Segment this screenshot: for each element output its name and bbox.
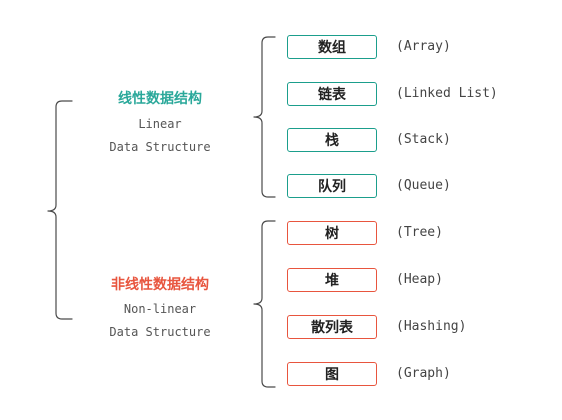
box-queue: 队列 bbox=[287, 174, 377, 198]
bracket-lines bbox=[47, 36, 276, 388]
label-heap: (Heap) bbox=[396, 272, 443, 287]
label-stack: (Stack) bbox=[396, 132, 451, 147]
outer-bracket bbox=[47, 100, 73, 320]
box-graph: 图 bbox=[287, 362, 377, 386]
nonlinear-title-en-line1: Non-linear bbox=[123, 302, 197, 316]
label-queue: (Queue) bbox=[396, 178, 451, 193]
nonlinear-title-zh: 非线性数据结构 bbox=[111, 277, 209, 293]
linear-title-zh: 线性数据结构 bbox=[118, 91, 202, 107]
linear-title-en: Linear Data Structure bbox=[70, 113, 250, 159]
label-hashing: (Hashing) bbox=[396, 319, 467, 334]
nonlinear-title-en: Non-linear Data Structure bbox=[70, 298, 250, 344]
label-array: (Array) bbox=[396, 39, 451, 54]
box-heap: 堆 bbox=[287, 268, 377, 292]
label-graph: (Graph) bbox=[396, 366, 451, 381]
label-linked-list: (Linked List) bbox=[396, 86, 498, 101]
box-linked-list: 链表 bbox=[287, 82, 377, 106]
label-tree: (Tree) bbox=[396, 225, 443, 240]
nonlinear-title-en-line2: Data Structure bbox=[109, 325, 211, 339]
linear-bracket bbox=[253, 36, 276, 198]
linear-title-en-line2: Data Structure bbox=[109, 140, 211, 154]
linear-title-en-line1: Linear bbox=[138, 117, 182, 131]
data-structure-classification-diagram: 线性数据结构 Linear Data Structure 非线性数据结构 Non… bbox=[0, 0, 562, 420]
box-array: 数组 bbox=[287, 35, 377, 59]
box-tree: 树 bbox=[287, 221, 377, 245]
box-hashing: 散列表 bbox=[287, 315, 377, 339]
nonlinear-bracket bbox=[253, 220, 276, 388]
box-stack: 栈 bbox=[287, 128, 377, 152]
